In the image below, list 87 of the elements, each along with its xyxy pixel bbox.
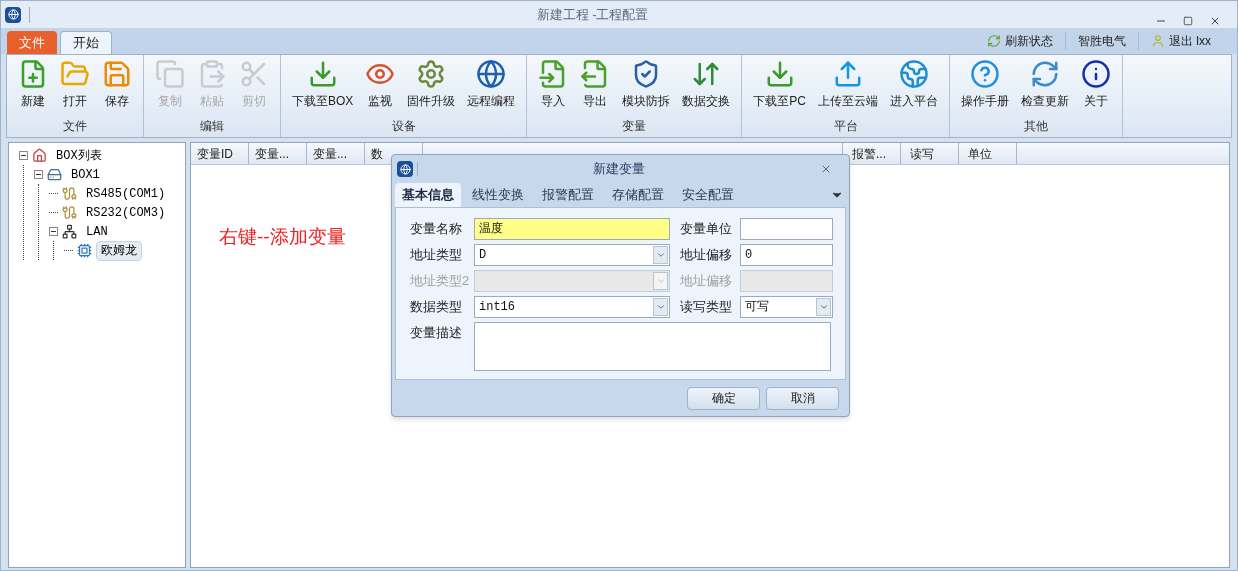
copy-icon [155,59,185,89]
group-label: 文件 [62,118,88,135]
field-label: 变量名称 [410,220,463,239]
dropdown-field[interactable]: int16 [474,296,670,318]
dialog-tab[interactable]: 存储配置 [605,183,671,207]
dialog-button[interactable]: 取消 [766,386,839,410]
description-field[interactable] [473,322,831,371]
gear-icon [416,59,447,89]
group-label: 其他 [1023,118,1049,135]
user-icon [1151,34,1165,48]
maximize-icon[interactable] [1183,15,1193,26]
group-label: 平台 [832,118,859,135]
field-label: 变量单位 [680,220,733,239]
field-label: 地址类型2 [410,272,470,291]
ribbon-button[interactable]: 导入 [532,59,575,110]
earth-icon [899,59,929,89]
dialog-tab[interactable]: 基本信息 [395,183,461,207]
house-icon [32,148,47,163]
dialog-tab[interactable]: 线性变换 [465,183,531,207]
column-header[interactable]: 单位 [959,143,1017,164]
chip-icon [77,243,92,258]
field-label: 变量描述 [410,324,463,342]
column-header[interactable]: 读写 [901,143,959,164]
input-field[interactable] [740,218,833,240]
close-icon[interactable] [820,163,832,175]
ribbon-button[interactable]: 保存 [96,59,138,110]
dialog-tab[interactable]: 安全配置 [675,183,741,207]
dropdown-field[interactable]: D [474,244,670,266]
column-header[interactable]: 变量... [307,143,365,164]
globe-icon [476,59,507,89]
ribbon-button[interactable]: 固件升级 [401,59,462,110]
header-link[interactable]: 退出 lxx [1169,32,1211,50]
refresh-icon [1030,59,1060,89]
ribbon-button[interactable]: 打开 [54,59,96,110]
ribbon-button[interactable]: 上传至云端 [812,59,884,110]
help-icon [970,59,1000,89]
ribbon-button[interactable]: 进入平台 [884,59,944,110]
window-title: 新建工程 -工程配置 [535,5,650,24]
field-label: 读写类型 [680,298,733,317]
dropdown-field[interactable]: 可写 [740,296,833,318]
header-link[interactable]: 刷新状态 [1005,32,1053,50]
ribbon-button[interactable]: 下载至PC [747,59,812,110]
ribbon-button[interactable]: 监视 [359,59,402,110]
app-logo-icon [397,161,413,177]
tree-item[interactable]: BOX1 [66,164,105,185]
app-logo-icon [5,6,21,23]
dialog-tab[interactable]: 报警配置 [535,183,601,207]
input-field[interactable]: 0 [740,244,833,266]
input-field[interactable]: 温度 [474,218,670,240]
dialog-button[interactable]: 确定 [687,386,760,410]
tree-item[interactable]: RS232(COM3) [81,202,171,223]
ribbon-button[interactable]: 远程编程 [461,59,522,110]
connector-icon [62,186,77,201]
ribbon-button[interactable]: 检查更新 [1015,59,1075,110]
column-header[interactable]: 变量... [249,143,307,164]
ribbon-button[interactable]: 数据交换 [676,59,737,110]
field-label: 地址偏移 [680,272,733,291]
ribbon-button[interactable]: 关于 [1075,59,1117,110]
tree-item[interactable]: BOX列表 [51,145,107,166]
group-label: 变量 [621,118,648,135]
field-label: 地址偏移 [680,246,733,265]
connector-icon [62,205,77,220]
collapse-icon[interactable] [19,151,28,160]
column-header[interactable]: 变量ID [191,143,249,164]
dialog-title: 新建变量 [592,160,646,179]
upload-icon [833,59,863,89]
refresh-icon [987,34,1001,48]
group-label: 编辑 [199,118,225,135]
ribbon-button[interactable]: 导出 [574,59,617,110]
hint-text: 右键--添加变量 [219,226,346,247]
ribbon-button[interactable]: 下载至BOX [286,59,360,110]
tree-item[interactable]: RS485(COM1) [81,183,171,204]
device-icon [47,167,62,182]
collapse-icon[interactable] [49,227,58,236]
field-label: 地址类型 [410,246,463,265]
tree-item[interactable]: LAN [81,221,113,242]
tree-item[interactable]: 欧姆龙 [96,240,142,261]
ribbon-tab[interactable]: 开始 [60,31,112,54]
collapse-icon[interactable] [34,170,43,179]
field-label: 数据类型 [410,298,463,317]
ribbon-button[interactable]: 模块防拆 [616,59,677,110]
group-label: 设备 [390,118,417,135]
ribbon-button[interactable]: 操作手册 [955,59,1015,110]
company-label: 智胜电气 [1078,33,1126,50]
info-icon [1081,59,1111,89]
network-icon [62,224,77,239]
ribbon-button[interactable]: 新建 [12,59,54,110]
